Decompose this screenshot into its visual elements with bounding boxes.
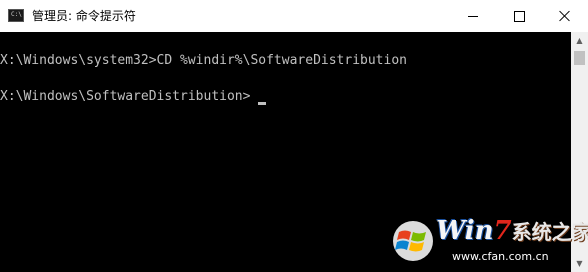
window-title: 管理员: 命令提示符 bbox=[32, 9, 136, 23]
minimize-button[interactable] bbox=[450, 0, 496, 32]
maximize-button[interactable] bbox=[496, 0, 542, 32]
maximize-icon bbox=[513, 10, 525, 22]
watermark-brand: Win7系统之家 bbox=[436, 216, 588, 247]
console-line-prompt: X:\Windows\SoftwareDistribution> bbox=[0, 89, 251, 104]
windows-logo-icon bbox=[393, 221, 433, 261]
watermark-brand-number: 7 bbox=[493, 216, 512, 246]
watermark: Win7系统之家 www.cfan.com.cn bbox=[392, 214, 588, 268]
command-prompt-window: C:\ 管理员: 命令提示符 X:\Windows\system32>CD %w… bbox=[0, 0, 588, 272]
close-icon bbox=[559, 10, 571, 22]
watermark-brand-chinese: 系统之家 bbox=[511, 220, 588, 244]
console-line-command: X:\Windows\system32>CD %windir%\Software… bbox=[0, 53, 407, 68]
cmd-icon[interactable]: C:\ bbox=[8, 9, 24, 22]
text-cursor bbox=[258, 102, 266, 105]
scrollbar-thumb[interactable] bbox=[574, 51, 585, 65]
scroll-up-arrow-icon[interactable]: ▲ bbox=[571, 32, 588, 49]
title-bar[interactable]: C:\ 管理员: 命令提示符 bbox=[0, 0, 588, 32]
watermark-url: www.cfan.com.cn bbox=[452, 250, 549, 263]
minimize-icon bbox=[468, 15, 478, 17]
close-button[interactable] bbox=[542, 0, 588, 32]
watermark-brand-latin: Win bbox=[436, 216, 494, 246]
